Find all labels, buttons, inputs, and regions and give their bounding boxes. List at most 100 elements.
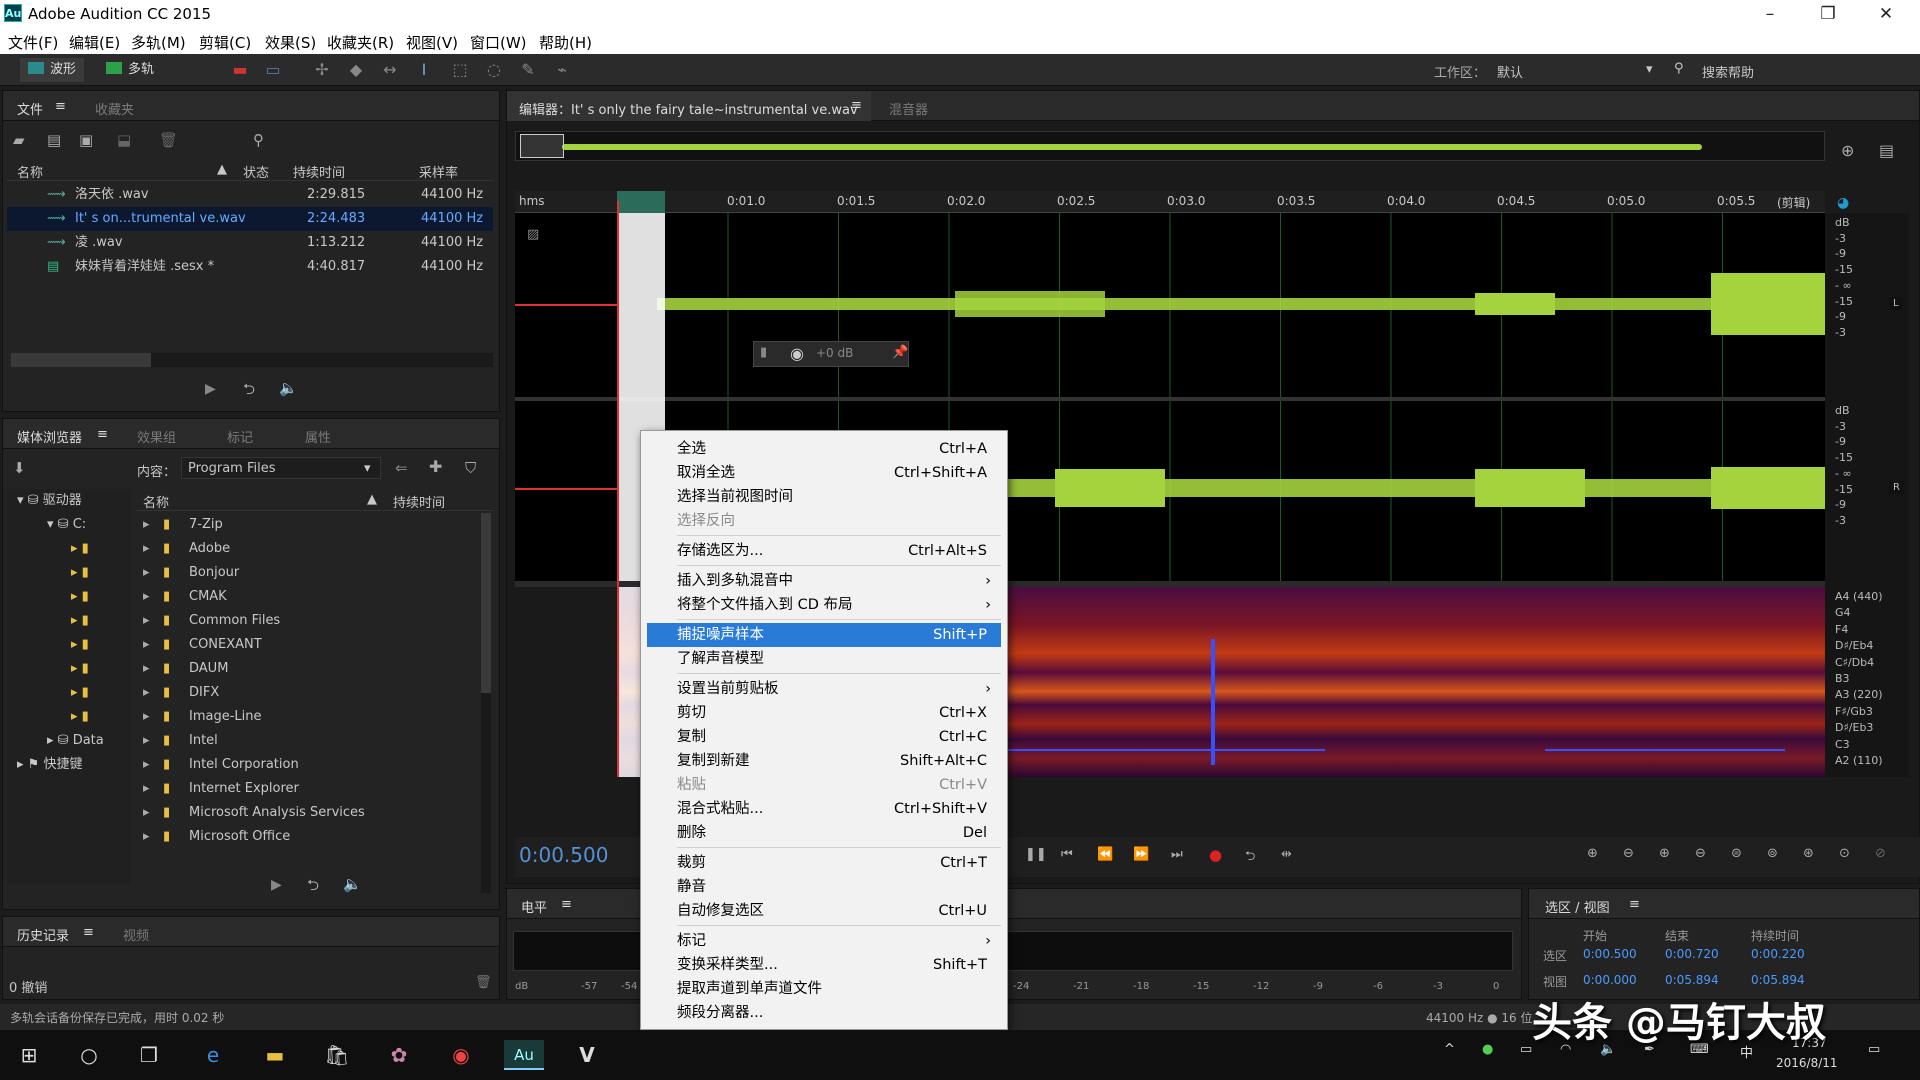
open-folder-icon[interactable]: ▰	[13, 131, 25, 149]
wechat-icon[interactable]: ●	[1482, 1042, 1493, 1057]
notification-icon[interactable]: ▭	[1868, 1042, 1880, 1057]
delete-icon[interactable]: 🗑	[159, 131, 178, 149]
context-menu-item[interactable]: 选择反向	[647, 509, 1001, 533]
zoom-in-time-icon[interactable]: ⊕	[1659, 846, 1670, 861]
time-display[interactable]: 0:00.500	[519, 843, 608, 867]
paint-icon[interactable]: ✿	[384, 1040, 414, 1070]
col-duration[interactable]: 持续时间	[393, 492, 445, 511]
context-menu-item[interactable]: 静音	[647, 875, 1001, 899]
tab-markers[interactable]: 标记	[227, 427, 253, 446]
selection-range-ruler[interactable]	[617, 191, 665, 213]
zoom-full-icon[interactable]: ⊜	[1731, 846, 1742, 861]
context-menu-item[interactable]: 取消全选 Ctrl+Shift+A	[647, 461, 1001, 485]
display-toggle-icon[interactable]: ▤	[1879, 141, 1894, 160]
tab-properties[interactable]: 属性	[305, 427, 331, 446]
panel-menu-icon[interactable]: ≡	[83, 925, 94, 940]
hud-icon[interactable]: ▨	[527, 227, 539, 242]
list-item[interactable]: ▸ ▮ Intel Corporation	[137, 753, 477, 777]
gain-hud[interactable]: ▮ ◉ +0 dB 📌	[753, 341, 909, 367]
zoom-selection-icon[interactable]: ⊚	[1767, 846, 1778, 861]
expand-arrow-icon[interactable]: ▸	[143, 513, 150, 537]
store-icon[interactable]: 🛍	[322, 1040, 352, 1070]
loop-icon[interactable]: ⮌	[1245, 847, 1255, 869]
horizontal-scrollbar[interactable]	[11, 353, 493, 367]
tab-video[interactable]: 视频	[123, 925, 149, 944]
tree-item-drives[interactable]: ▾ ⛁ 驱动器	[17, 489, 82, 513]
autoplay-icon[interactable]: 🔈	[279, 379, 298, 397]
context-menu-item[interactable]: 设置当前剪贴板 ›	[647, 677, 1001, 701]
fast-forward-icon[interactable]: ⏩	[1133, 847, 1149, 862]
col-duration[interactable]: 持续时间	[293, 162, 345, 181]
expand-arrow-icon[interactable]: ▸	[143, 753, 150, 777]
cortana-icon[interactable]: ○	[74, 1040, 104, 1070]
expand-arrow-icon[interactable]: ▸	[143, 609, 150, 633]
context-menu-item[interactable]: 选择当前视图时间	[647, 485, 1001, 509]
edge-icon[interactable]: e	[198, 1040, 228, 1070]
filter-icon[interactable]: ⛉	[465, 459, 476, 477]
channel-l-toggle[interactable]: L	[1889, 297, 1903, 310]
multitrack-mode-button[interactable]: 多轨	[98, 58, 162, 82]
tab-history[interactable]: 历史记录	[17, 925, 69, 944]
loop-icon[interactable]: ⮌	[243, 379, 255, 404]
brush-tool-icon[interactable]: ✎	[518, 60, 538, 80]
rewind-icon[interactable]: ⏪	[1097, 847, 1113, 862]
table-row[interactable]: ⟿ 洛天依 .wav 2:29.815 44100 Hz	[7, 183, 493, 207]
view-start[interactable]: 0:00.000	[1583, 973, 1637, 987]
menu-effects[interactable]: 效果(S)	[265, 32, 316, 53]
context-menu-item[interactable]: 复制 Ctrl+C	[647, 725, 1001, 749]
v-app-icon[interactable]: V	[572, 1040, 602, 1070]
battery-icon[interactable]: ▭	[1520, 1042, 1532, 1057]
razor-tool-icon[interactable]: ◆	[346, 60, 366, 80]
lasso-tool-icon[interactable]: ◌	[484, 60, 504, 80]
zoom-in-amplitude-icon[interactable]: ⊕	[1587, 846, 1598, 861]
minimize-button[interactable]: –	[1742, 2, 1798, 26]
waveform-left-channel[interactable]: ▨ ▮ ◉ +0 dB 📌	[515, 213, 1825, 397]
col-status[interactable]: 状态	[243, 162, 269, 181]
file-explorer-icon[interactable]: ▬	[260, 1040, 290, 1070]
time-selection-tool-icon[interactable]: I	[414, 60, 434, 80]
clock-date[interactable]: 2016/8/11	[1776, 1056, 1838, 1070]
zoom-in-point-icon[interactable]: ⊛	[1803, 846, 1814, 861]
overview-waveform[interactable]	[515, 131, 1825, 161]
list-item[interactable]: ▸ ▮ CONEXANT	[137, 633, 477, 657]
selection-end[interactable]: 0:00.720	[1665, 947, 1719, 961]
panel-menu-icon[interactable]: ≡	[1629, 897, 1640, 912]
context-menu-item[interactable]: 复制到新建 Shift+Alt+C	[647, 749, 1001, 773]
selection-duration[interactable]: 0:00.220	[1751, 947, 1805, 961]
panel-menu-icon[interactable]: ≡	[851, 98, 862, 113]
context-menu-item[interactable]: 提取声道到单声道文件	[647, 977, 1001, 1001]
list-item[interactable]: ▸ ▮ Microsoft Office	[137, 825, 477, 849]
col-name[interactable]: 名称	[17, 162, 43, 181]
expand-arrow-icon[interactable]: ▸	[143, 681, 150, 705]
view-duration[interactable]: 0:05.894	[1751, 973, 1805, 987]
skip-back-icon[interactable]: ⏮	[1061, 847, 1073, 862]
add-icon[interactable]: ✚	[429, 457, 442, 476]
expand-arrow-icon[interactable]: ▸	[143, 561, 150, 585]
context-menu-item[interactable]: 存储选区为... Ctrl+Alt+S	[647, 539, 1001, 563]
snap-icon[interactable]: ◕	[1837, 195, 1849, 211]
gain-value[interactable]: +0 dB	[816, 346, 853, 360]
search-help-input[interactable]: 搜索帮助	[1702, 62, 1754, 81]
menu-help[interactable]: 帮助(H)	[539, 32, 592, 53]
expand-arrow-icon[interactable]: ▸	[143, 729, 150, 753]
context-menu-item[interactable]: 删除 Del	[647, 821, 1001, 845]
context-menu-item[interactable]: 裁剪 Ctrl+T	[647, 851, 1001, 875]
expand-arrow-icon[interactable]: ▸	[143, 801, 150, 825]
tray-chevron-icon[interactable]: ^	[1444, 1042, 1455, 1057]
windows-start-icon[interactable]: ⊞	[14, 1040, 44, 1070]
gain-knob-icon[interactable]: ◉	[790, 344, 804, 363]
context-menu-item[interactable]: 标记 ›	[647, 929, 1001, 953]
context-menu-item[interactable]: 剪切 Ctrl+X	[647, 701, 1001, 725]
tab-favorites[interactable]: 收藏夹	[95, 99, 134, 118]
zoom-out-amplitude-icon[interactable]: ⊖	[1623, 846, 1634, 861]
skip-selection-icon[interactable]: ⇹	[1281, 847, 1292, 862]
context-menu-item[interactable]: 将整个文件插入到 CD 布局 ›	[647, 593, 1001, 617]
expand-arrow-icon[interactable]: ▸	[143, 657, 150, 681]
context-menu-item[interactable]: 混合式粘贴... Ctrl+Shift+V	[647, 797, 1001, 821]
panel-menu-icon[interactable]: ≡	[97, 427, 108, 442]
col-rate[interactable]: 采样率	[419, 162, 458, 181]
waveform-mode-button[interactable]: 波形	[20, 58, 85, 82]
panel-menu-icon[interactable]: ≡	[55, 99, 66, 114]
table-row[interactable]: ▤ 妹妹背着洋娃娃 .sesx * 4:40.817 44100 Hz	[7, 255, 493, 279]
tab-media-browser[interactable]: 媒体浏览器	[17, 427, 82, 446]
